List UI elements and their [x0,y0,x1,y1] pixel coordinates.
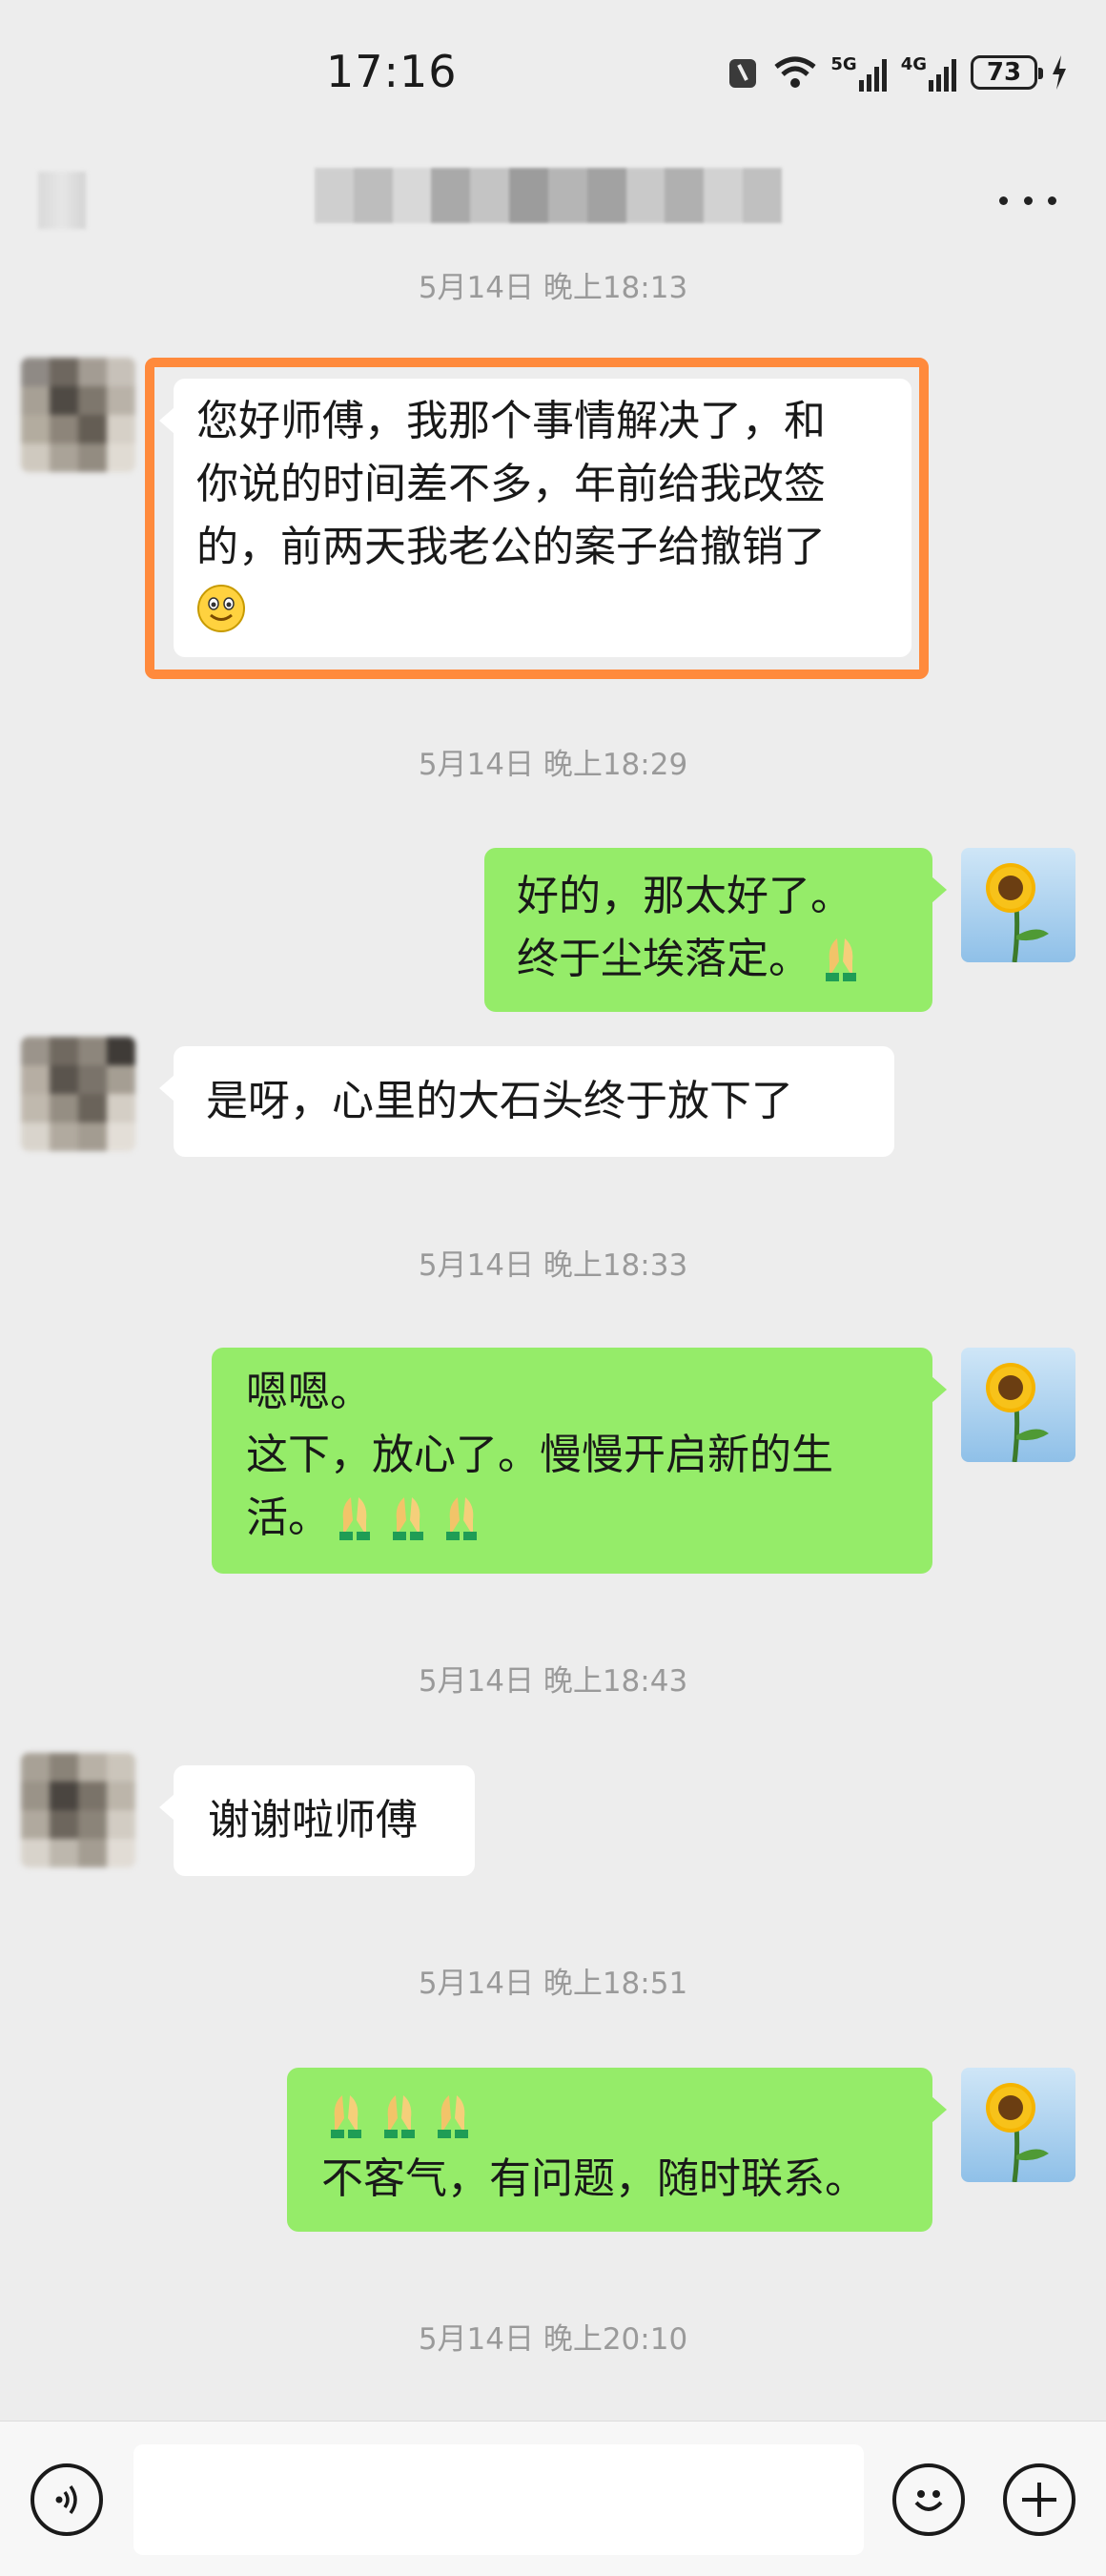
message-bubble-incoming[interactable]: 是呀，心里的大石头终于放下了 [159,1046,894,1157]
message-line: 这下，放心了。慢慢开启新的生 [246,1431,833,1479]
message-input[interactable] [133,2444,864,2555]
message-emoji-line [321,2085,898,2148]
contact-avatar[interactable] [21,1753,135,1867]
emoji-icon [914,2490,943,2511]
message-line-with-emoji: 终于尘埃落定。 [517,928,900,991]
battery-icon: 73 [971,55,1043,90]
signal-bars-icon [858,58,887,92]
voice-icon [55,2484,77,2515]
wifi-icon [774,56,816,88]
pray-emoji-icon [331,2095,361,2138]
pray-emoji-icon [339,1497,370,1540]
message-line: 不客气，有问题，随时联系。 [321,2154,867,2203]
message-line: 你说的时间差不多，年前给我改签 [196,460,826,508]
pray-emoji-icon [393,1497,423,1540]
message-bubble-incoming[interactable]: 您好师傅，我那个事情解决了，和 你说的时间差不多，年前给我改签 的，前两天我老公… [159,379,911,657]
pray-emoji-icon [438,2095,468,2138]
message-bubble-outgoing[interactable]: 好的，那太好了。 终于尘埃落定。 [484,848,947,1012]
timestamp: 5月14日 晚上20:10 [418,2322,688,2357]
pray-emoji-icon [446,1497,477,1540]
message-line: 嗯嗯。 [246,1368,372,1416]
more-dot [1048,196,1056,205]
signal-bars-icon [929,58,956,92]
message-line: 是呀，心里的大石头终于放下了 [206,1077,793,1125]
my-avatar[interactable] [961,1348,1075,1462]
input-bar [0,2421,1106,2576]
timestamp: 5月14日 晚上18:43 [418,1664,688,1699]
message-emoji-line [196,579,889,642]
network-5g-label: 5G [830,53,857,74]
my-avatar[interactable] [961,2068,1075,2182]
signal-5g: 5G [830,54,887,92]
status-time: 17:16 [326,46,458,97]
back-icon[interactable] [38,172,86,229]
more-button[interactable] [999,181,1056,219]
charging-icon [1053,55,1066,90]
message-line: 终于尘埃落定。 [517,935,810,983]
timestamp: 5月14日 晚上18:13 [418,271,688,305]
timestamp: 5月14日 晚上18:29 [418,748,688,782]
timestamp: 5月14日 晚上18:51 [418,1967,688,2001]
sunflower-avatar-icon [961,2068,1075,2182]
message-bubble-incoming[interactable]: 谢谢啦师傅 [159,1765,475,1876]
smile-emoji-icon [197,585,245,632]
emoji-button[interactable] [892,2463,965,2536]
message-line: 您好师傅，我那个事情解决了，和 [196,397,826,445]
network-4g-label: 4G [900,53,927,74]
nfc-icon [729,59,757,88]
sunflower-avatar-icon [961,848,1075,962]
message-line: 谢谢啦师傅 [208,1796,418,1844]
pray-emoji-icon [826,938,856,981]
timestamp: 5月14日 晚上18:33 [418,1248,688,1283]
chat-title-blurred [315,168,782,223]
more-dot [1023,196,1033,205]
message-line: 活。 [246,1494,330,1542]
status-icons: 5G 4G 73 [726,50,1068,95]
plus-icon [1022,2483,1056,2517]
message-line-with-emoji: 活。 [246,1487,898,1550]
message-bubble-outgoing[interactable]: 不客气，有问题，随时联系。 [287,2068,947,2232]
message-line: 的，前两天我老公的案子给撤销了 [196,523,826,571]
message-bubble-outgoing[interactable]: 嗯嗯。 这下，放心了。慢慢开启新的生 活。 [212,1348,947,1574]
my-avatar[interactable] [961,848,1075,962]
contact-avatar[interactable] [21,358,135,472]
sunflower-avatar-icon [961,1348,1075,1462]
message-line: 好的，那太好了。 [517,872,852,920]
voice-button[interactable] [31,2463,103,2536]
battery-level: 73 [986,58,1022,87]
more-dots-icon [999,196,1008,205]
plus-button[interactable] [1003,2463,1075,2536]
status-bar: 17:16 5G 4G 73 [0,0,1106,143]
signal-4g: 4G [901,54,957,92]
contact-avatar[interactable] [21,1037,135,1151]
pray-emoji-icon [384,2095,415,2138]
